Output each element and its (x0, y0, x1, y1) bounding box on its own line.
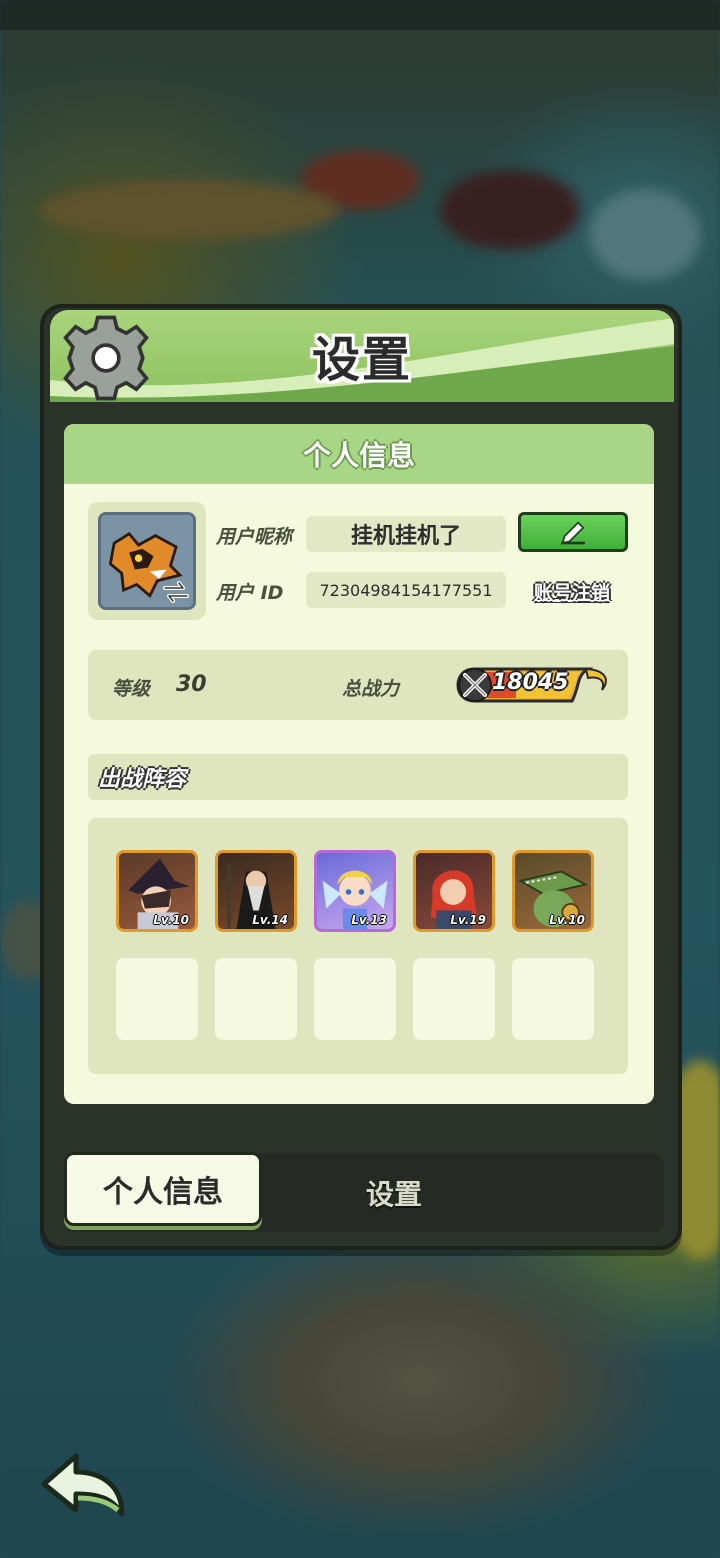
lineup-label: 出战阵容 (88, 754, 628, 800)
empty-slot[interactable] (215, 958, 297, 1040)
level-value: 30 (176, 672, 207, 697)
nickname-label: 用户昵称 (216, 526, 293, 548)
hero-level: Lv.19 (450, 913, 486, 927)
swap-icon[interactable] (161, 579, 191, 605)
user-id-field: 72304984154177551 (306, 572, 506, 608)
lineup-grid: Lv.10 Lv.14 Lv.13 Lv.19 Lv.10 (88, 818, 628, 1074)
hero-level: Lv.10 (549, 913, 585, 927)
power-label: 总战力 (342, 678, 400, 700)
tab-settings[interactable]: 设置 (314, 1162, 474, 1224)
hero-level: Lv.14 (252, 913, 288, 927)
user-id-label: 用户 ID (216, 582, 284, 604)
hero-slot-2[interactable]: Lv.14 (215, 850, 297, 932)
section-header: 个人信息 (64, 424, 654, 484)
avatar-frame[interactable] (88, 502, 206, 620)
empty-slot[interactable] (413, 958, 495, 1040)
avatar[interactable] (98, 512, 196, 610)
hero-slot-1[interactable]: Lv.10 (116, 850, 198, 932)
empty-slot[interactable] (116, 958, 198, 1040)
power-value: 18045 (492, 670, 569, 695)
nickname-field: 挂机挂机了 (306, 516, 506, 552)
tab-personal-info[interactable]: 个人信息 (64, 1152, 262, 1226)
pencil-icon (561, 521, 585, 545)
hero-slot-5[interactable]: Lv.10 (512, 850, 594, 932)
back-button[interactable] (38, 1448, 128, 1520)
stats-bar: 等级 30 总战力 18045 (88, 650, 628, 720)
status-bar (0, 0, 720, 30)
level-label: 等级 (112, 678, 151, 700)
hero-level: Lv.13 (351, 913, 387, 927)
personal-info-card: 个人信息 用户昵称 挂机挂机了 用户 ID 72304984154177551 … (64, 424, 654, 1104)
hero-level: Lv.10 (153, 913, 189, 927)
edit-nickname-button[interactable] (518, 512, 628, 552)
empty-slot[interactable] (314, 958, 396, 1040)
gear-icon (63, 315, 149, 401)
cancel-account-link[interactable]: 账号注销 (522, 576, 622, 606)
empty-slot[interactable] (512, 958, 594, 1040)
hero-slot-3[interactable]: Lv.13 (314, 850, 396, 932)
hero-slot-4[interactable]: Lv.19 (413, 850, 495, 932)
tab-bar: 个人信息 设置 (64, 1152, 664, 1232)
settings-panel: 设置 个人信息 用户昵称 挂机挂机了 用户 ID 723049841541775… (40, 304, 682, 1250)
crossed-swords-icon (463, 673, 487, 697)
back-arrow-icon (41, 1453, 125, 1517)
